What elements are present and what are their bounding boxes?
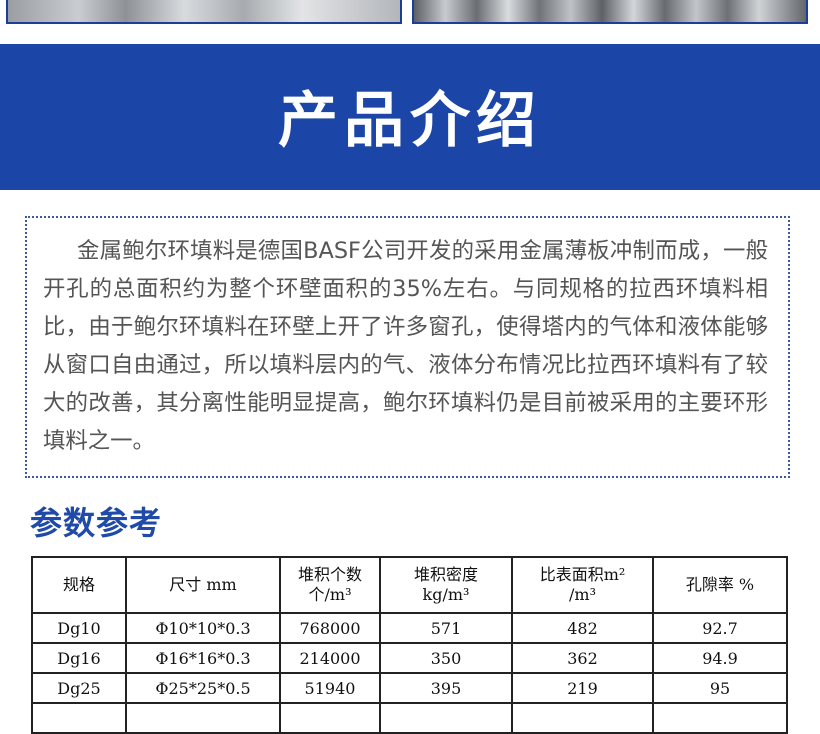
table-row: Dg25 Φ25*25*0.5 51940 395 219 95 <box>31 672 788 704</box>
table-cell <box>652 702 788 734</box>
table-cell: 94.9 <box>652 642 788 674</box>
table-cell <box>125 702 281 734</box>
header-porosity: 孔隙率 % <box>652 556 788 614</box>
table-cell: 92.7 <box>652 612 788 644</box>
params-table-wrap: 规格 尺寸 mm 堆积个数 个/m³ 堆积密度 kg/m³ 比表面积m²/m³ 孔隙… <box>31 556 788 734</box>
table-cell: 350 <box>379 642 513 674</box>
table-cell <box>379 702 513 734</box>
table-cell: 51940 <box>279 672 381 704</box>
table-cell: 482 <box>511 612 654 644</box>
header-text: 堆积个数 <box>297 565 362 584</box>
table-row-partial <box>31 702 788 734</box>
table-cell: 362 <box>511 642 654 674</box>
table-header-row: 规格 尺寸 mm 堆积个数 个/m³ 堆积密度 kg/m³ 比表面积m²/m³ 孔隙… <box>31 556 788 614</box>
params-section-title: 参数参考 <box>30 504 163 542</box>
table-cell: Φ16*16*0.3 <box>125 642 281 674</box>
table-cell: Φ25*25*0.5 <box>125 672 281 704</box>
header-density: 堆积密度 kg/m³ <box>379 556 513 614</box>
header-unit: 个/m³ <box>308 585 352 604</box>
table-cell: 219 <box>511 672 654 704</box>
table-cell: 395 <box>379 672 513 704</box>
header-text: 堆积密度 <box>413 565 478 584</box>
product-intro-banner: 产品介绍 <box>0 44 820 190</box>
table-cell <box>279 702 381 734</box>
table-cell: 214000 <box>279 642 381 674</box>
header-text: 比表面积m² <box>539 565 626 584</box>
header-unit: /m³ <box>569 585 596 604</box>
product-photo-right <box>412 0 808 24</box>
table-cell: 571 <box>379 612 513 644</box>
params-table: 规格 尺寸 mm 堆积个数 个/m³ 堆积密度 kg/m³ 比表面积m²/m³ 孔隙… <box>31 556 788 734</box>
table-cell <box>511 702 654 734</box>
header-text: 尺寸 mm <box>169 575 237 594</box>
header-spec: 规格 <box>31 556 127 614</box>
intro-box: 金属鲍尔环填料是德国BASF公司开发的采用金属薄板冲制而成，一般开孔的总面积约为… <box>25 216 790 478</box>
table-row: Dg10 Φ10*10*0.3 768000 571 482 92.7 <box>31 612 788 644</box>
product-photo-left <box>6 0 402 24</box>
header-unit: kg/m³ <box>422 585 470 604</box>
header-count: 堆积个数 个/m³ <box>279 556 381 614</box>
table-cell: Dg16 <box>31 642 127 674</box>
table-cell: Dg25 <box>31 672 127 704</box>
header-text: 孔隙率 % <box>685 575 755 594</box>
table-row: Dg16 Φ16*16*0.3 214000 350 362 94.9 <box>31 642 788 674</box>
header-size: 尺寸 mm <box>125 556 281 614</box>
intro-paragraph: 金属鲍尔环填料是德国BASF公司开发的采用金属薄板冲制而成，一般开孔的总面积约为… <box>43 238 768 454</box>
header-text: 规格 <box>62 575 95 594</box>
table-cell: Φ10*10*0.3 <box>125 612 281 644</box>
banner-title: 产品介绍 <box>278 85 542 156</box>
header-surface-area: 比表面积m²/m³ <box>511 556 654 614</box>
table-cell: 95 <box>652 672 788 704</box>
table-cell: 768000 <box>279 612 381 644</box>
product-photo-strip <box>0 0 820 36</box>
table-cell: Dg10 <box>31 612 127 644</box>
table-cell <box>31 702 127 734</box>
